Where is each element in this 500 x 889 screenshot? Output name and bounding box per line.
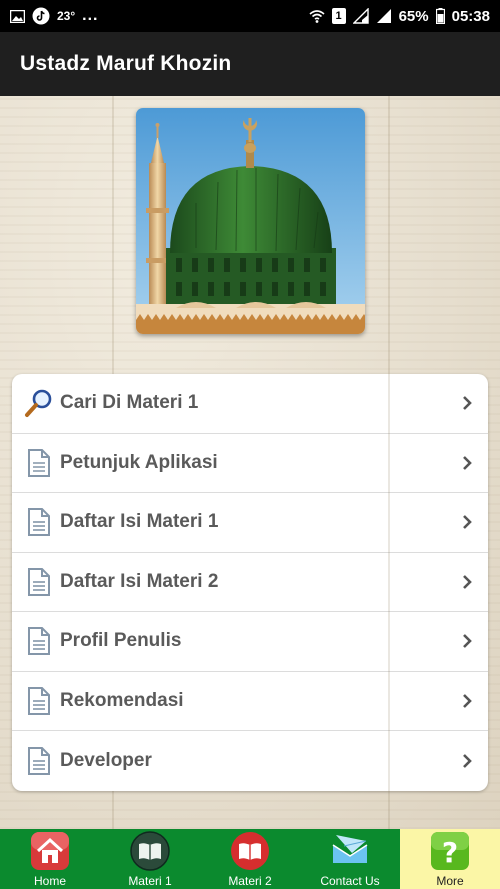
nav-materi-1[interactable]: Materi 1 <box>100 829 200 889</box>
nav-materi-2[interactable]: Materi 2 <box>200 829 300 889</box>
document-icon <box>18 626 60 656</box>
green-dome-image <box>136 108 365 334</box>
home-icon <box>30 831 70 871</box>
chevron-right-icon <box>463 515 472 530</box>
nav-more[interactable]: ? More <box>400 829 500 889</box>
document-icon <box>18 567 60 597</box>
menu-item-profil-penulis[interactable]: Profil Penulis <box>12 612 488 672</box>
temperature-text: 23° <box>57 9 76 23</box>
chevron-right-icon <box>463 574 472 589</box>
content-area: Cari Di Materi 1 Petunjuk Aplikasi Dafta… <box>0 96 500 829</box>
menu-item-rekomendasi[interactable]: Rekomendasi <box>12 672 488 731</box>
status-left: 23° ... <box>10 7 99 25</box>
status-bar: 23° ... 1 65% 05:38 <box>0 0 500 32</box>
battery-icon <box>435 8 445 24</box>
chevron-right-icon <box>463 396 472 411</box>
battery-percent: 65% <box>398 7 429 25</box>
chevron-right-icon <box>463 634 472 649</box>
search-icon <box>18 388 60 418</box>
menu-item-petunjuk-aplikasi[interactable]: Petunjuk Aplikasi <box>12 434 488 493</box>
sim-badge: 1 <box>331 8 346 24</box>
chevron-right-icon <box>463 455 472 470</box>
more-notifications: ... <box>82 7 99 24</box>
wifi-icon <box>309 9 325 23</box>
image-icon <box>10 9 25 23</box>
tiktok-icon <box>32 7 50 25</box>
menu-item-cari-di-materi-1[interactable]: Cari Di Materi 1 <box>12 374 488 434</box>
menu-item-label: Petunjuk Aplikasi <box>60 451 218 473</box>
status-right: 1 65% 05:38 <box>309 8 490 25</box>
nav-label: Contact Us <box>320 874 380 888</box>
menu-item-label: Rekomendasi <box>60 689 184 711</box>
nav-home[interactable]: Home <box>0 829 100 889</box>
menu-list: Cari Di Materi 1 Petunjuk Aplikasi Dafta… <box>12 374 488 791</box>
nav-contact-us[interactable]: Contact Us <box>300 829 400 889</box>
app-title: Ustadz Maruf Khozin <box>20 52 232 75</box>
menu-item-label: Daftar Isi Materi 1 <box>60 511 219 533</box>
menu-item-developer[interactable]: Developer <box>12 731 488 791</box>
chevron-right-icon <box>463 693 472 708</box>
mail-icon <box>330 831 370 871</box>
nav-label: Home <box>33 874 66 888</box>
menu-item-daftar-isi-materi-2[interactable]: Daftar Isi Materi 2 <box>12 553 488 612</box>
document-icon <box>18 746 60 776</box>
document-icon <box>18 507 60 537</box>
menu-item-label: Developer <box>60 749 152 771</box>
document-icon <box>18 448 60 478</box>
menu-item-daftar-isi-materi-1[interactable]: Daftar Isi Materi 1 <box>12 493 488 553</box>
nav-label: Materi 2 <box>228 874 272 888</box>
book-icon <box>230 831 270 871</box>
clock: 05:38 <box>451 7 490 25</box>
document-icon <box>18 686 60 716</box>
app-bar: Ustadz Maruf Khozin <box>0 32 500 96</box>
chevron-right-icon <box>463 753 472 768</box>
sim-number: 1 <box>335 10 342 22</box>
menu-item-label: Profil Penulis <box>60 630 182 652</box>
nav-label: Materi 1 <box>128 874 172 888</box>
signal-icon <box>352 8 369 24</box>
book-icon <box>130 831 170 871</box>
menu-item-label: Cari Di Materi 1 <box>60 392 199 414</box>
svg-text:?: ? <box>442 836 458 869</box>
menu-item-label: Daftar Isi Materi 2 <box>60 570 219 592</box>
hero-image <box>136 108 365 334</box>
bottom-navigation: Home Materi 1 Materi 2 Contact Us ? More <box>0 829 500 889</box>
question-icon: ? <box>430 831 470 871</box>
signal-icon-2 <box>376 9 391 23</box>
nav-label: More <box>436 874 464 888</box>
